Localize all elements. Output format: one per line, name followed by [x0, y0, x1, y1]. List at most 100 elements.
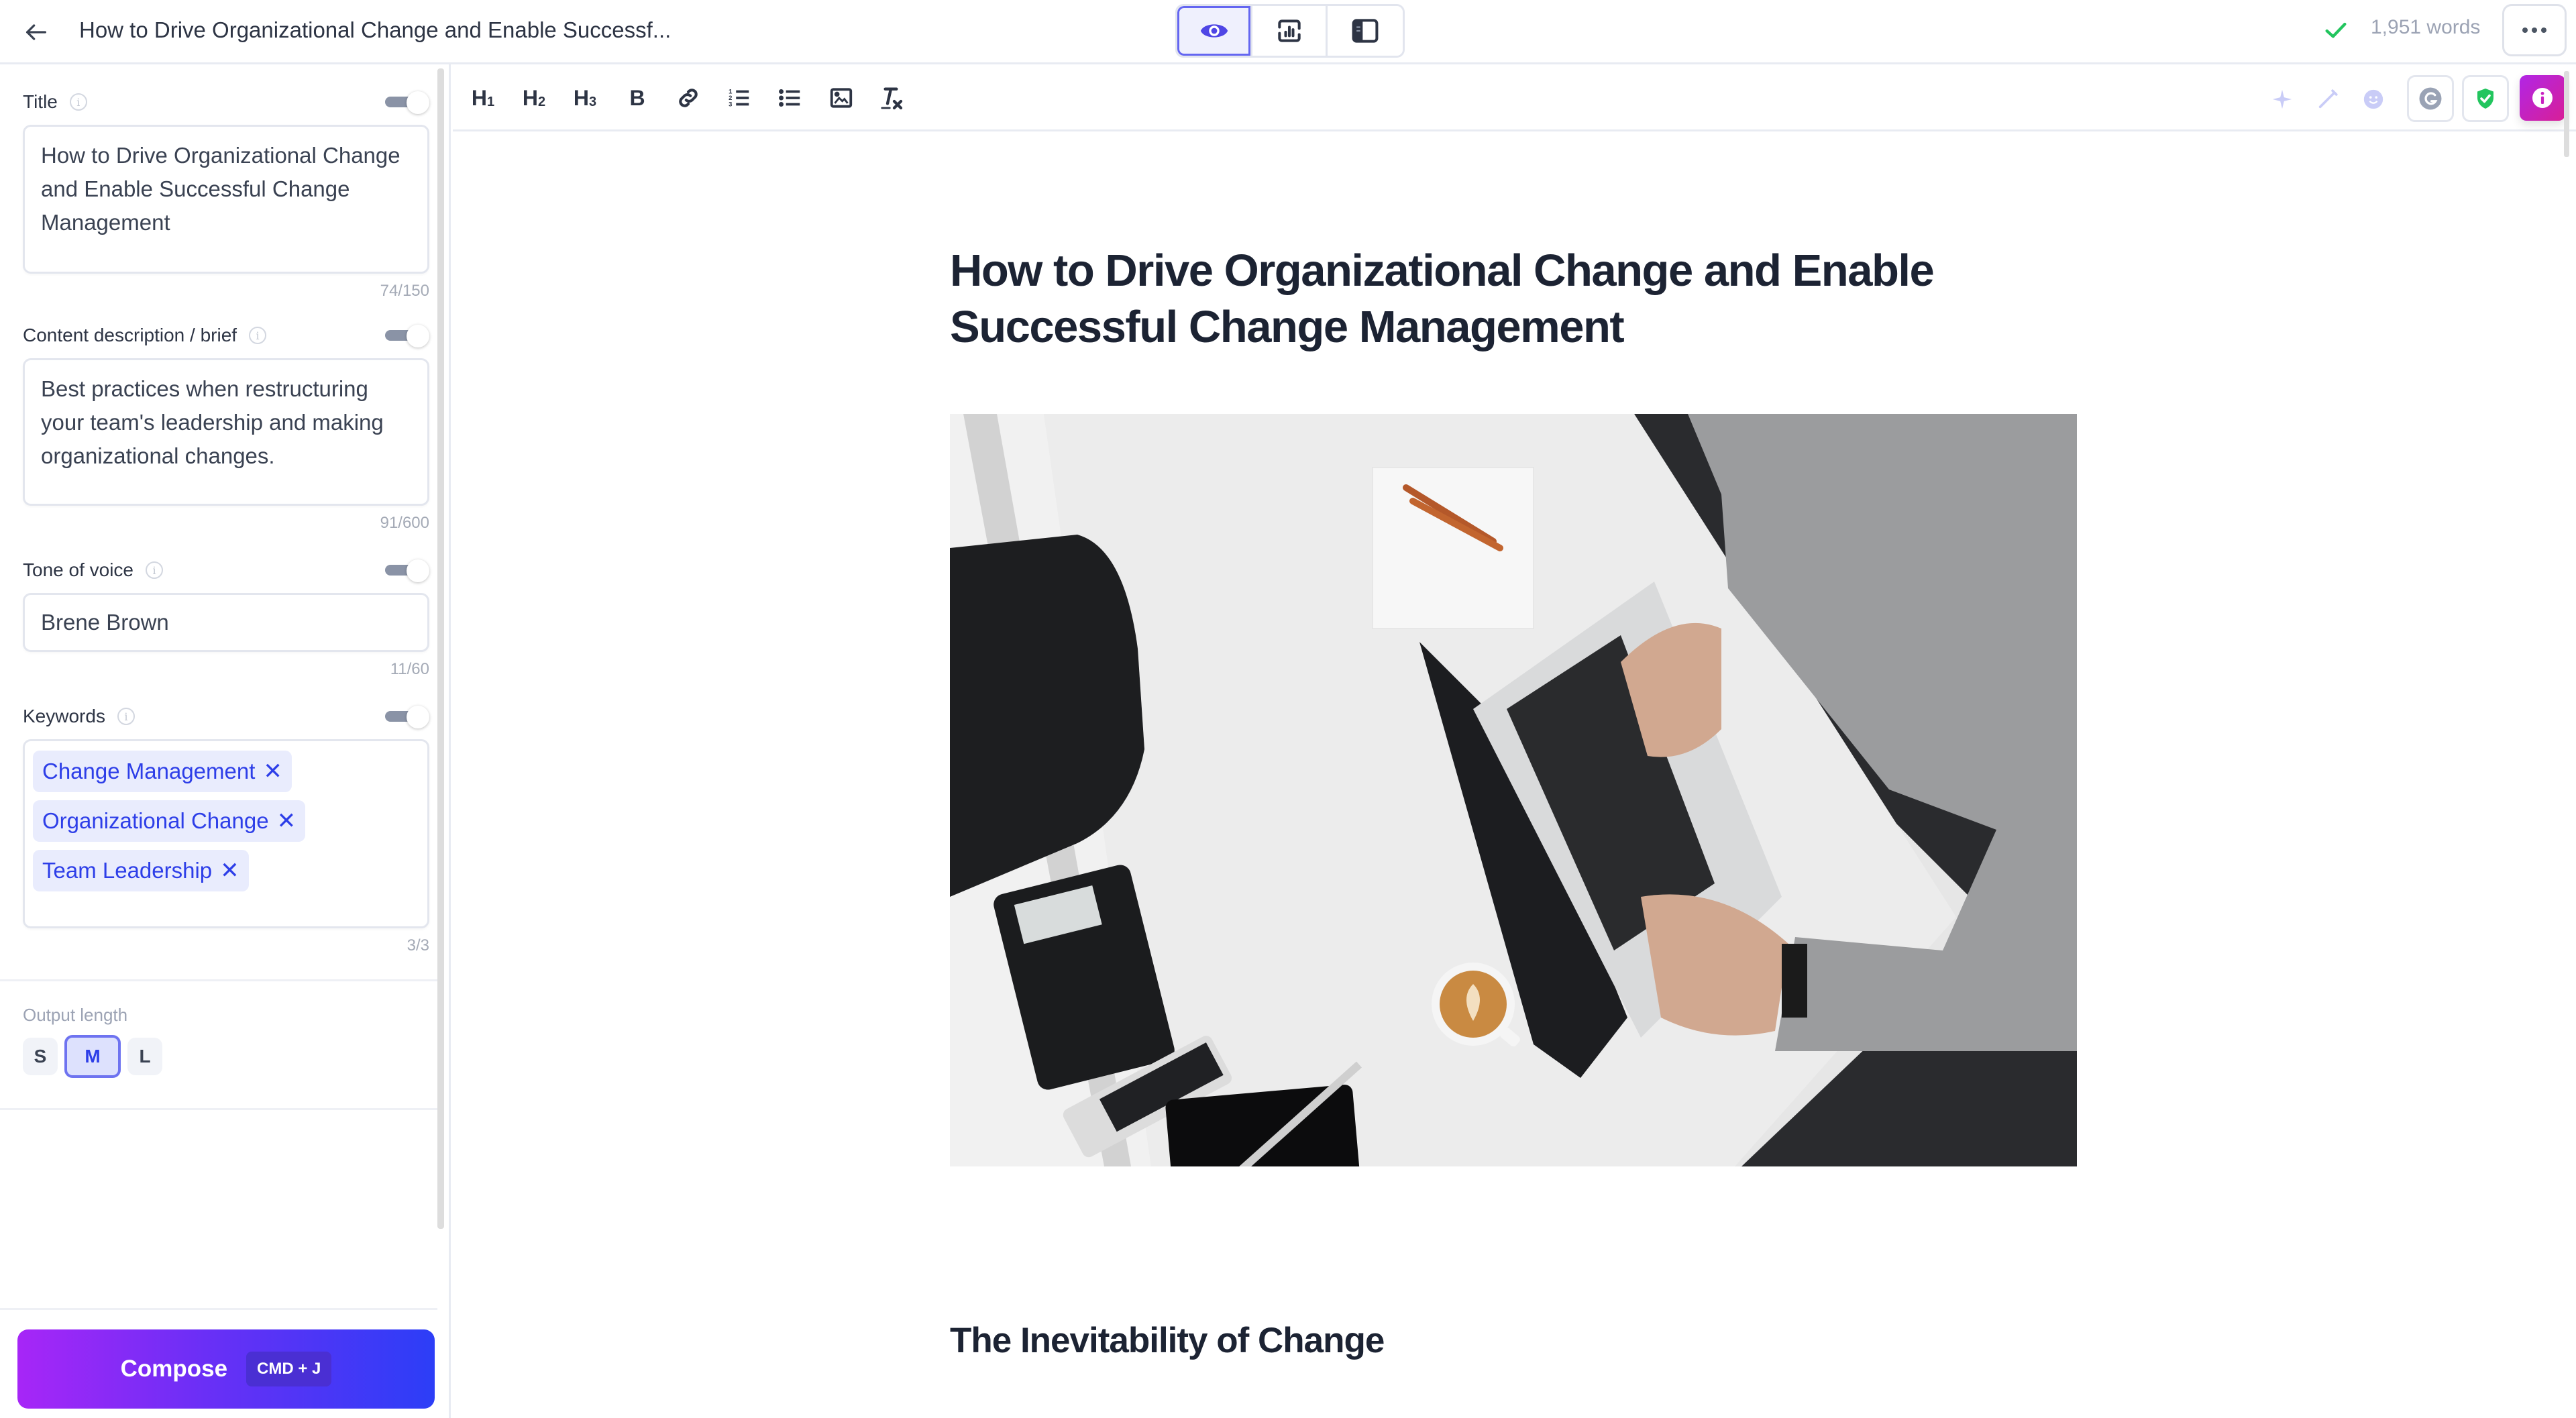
remove-keyword-icon[interactable]: ✕: [263, 755, 282, 788]
title-toggle[interactable]: [382, 91, 429, 114]
info-icon: [2532, 88, 2553, 108]
keywords-input[interactable]: Change Management ✕ Organizational Change…: [23, 739, 429, 928]
office-desk-photo: [950, 414, 2077, 1166]
heading-level: 2: [537, 94, 546, 109]
keyword-chip: Change Management ✕: [33, 751, 292, 792]
ordered-list-icon: 123: [729, 89, 749, 109]
info-icon[interactable]: i: [69, 93, 87, 111]
remove-keyword-icon[interactable]: ✕: [277, 804, 297, 838]
heading-1-icon: H: [471, 85, 487, 110]
eye-icon: [1200, 24, 1228, 38]
output-length-selector: S M L: [23, 1035, 162, 1078]
more-dot: [2532, 28, 2537, 33]
output-length-label: Output length: [23, 1005, 128, 1025]
divider: [0, 1308, 437, 1310]
arrow-left-icon: [26, 24, 47, 40]
description-label: Content description / brief: [23, 325, 237, 345]
description-counter: 91/600: [380, 514, 429, 532]
plagiarism-check-button[interactable]: [2462, 75, 2509, 122]
tone-counter: 11/60: [390, 660, 429, 678]
info-icon[interactable]: i: [146, 561, 163, 579]
saved-status: [2322, 17, 2349, 48]
svg-text:3: 3: [729, 101, 732, 109]
shield-check-icon: [2477, 89, 2493, 109]
clear-format-button[interactable]: [872, 82, 910, 114]
top-header: How to Drive Organizational Change and E…: [0, 0, 2576, 64]
tone-input[interactable]: Brene Brown: [23, 593, 429, 652]
description-input[interactable]: Best practices when restructuring your t…: [23, 358, 429, 506]
grammar-check-button[interactable]: [2407, 75, 2454, 122]
pencil-icon: [2318, 89, 2338, 109]
heading-1-button[interactable]: H1: [464, 82, 502, 114]
more-options-button[interactable]: [2502, 4, 2567, 56]
view-mode-toggle: [1175, 4, 1405, 58]
bold-button[interactable]: B: [619, 82, 656, 114]
article-title[interactable]: How to Drive Organizational Change and E…: [950, 243, 2090, 356]
keywords-toggle[interactable]: [382, 706, 429, 728]
compose-shortcut: CMD + J: [246, 1352, 332, 1386]
heading-2-button[interactable]: H2: [515, 82, 553, 114]
keyword-chip-label: Organizational Change: [42, 808, 269, 833]
word-count: 1,951 words: [2371, 16, 2481, 38]
title-label: Title: [23, 91, 58, 112]
emoji-icon: [2363, 89, 2383, 109]
title-input[interactable]: How to Drive Organizational Change and E…: [23, 125, 429, 274]
editor-scrollbar[interactable]: [2564, 71, 2569, 157]
compose-label: Compose: [120, 1356, 228, 1382]
heading-level: 3: [588, 94, 597, 109]
info-icon[interactable]: i: [117, 708, 135, 725]
more-horizontal-icon: [2522, 28, 2528, 33]
brief-sidebar: Title i How to Drive Organizational Chan…: [0, 64, 451, 1418]
preview-view-button[interactable]: [1177, 6, 1252, 56]
bullet-list-icon: [779, 89, 800, 107]
divider: [0, 1108, 437, 1110]
keywords-label: Keywords: [23, 706, 105, 726]
document-title: How to Drive Organizational Change and E…: [79, 17, 672, 42]
clear-format-icon: [881, 87, 903, 110]
length-option-s[interactable]: S: [23, 1038, 58, 1075]
keyword-chip-label: Change Management: [42, 759, 256, 783]
tone-label: Tone of voice: [23, 559, 133, 580]
ordered-list-button[interactable]: 123: [720, 82, 758, 114]
tone-emoji-button[interactable]: [2357, 83, 2390, 115]
check-icon: [2325, 22, 2347, 38]
divider: [0, 979, 437, 981]
heading-level: 1: [486, 94, 495, 109]
back-button[interactable]: [20, 16, 52, 48]
more-dot: [2541, 28, 2546, 33]
heading-2-icon: H: [522, 85, 538, 110]
remove-keyword-icon[interactable]: ✕: [220, 854, 239, 887]
title-field-group: Title i How to Drive Organizational Chan…: [23, 89, 429, 301]
compose-button[interactable]: Compose CMD + J: [17, 1329, 435, 1409]
keyword-chip: Team Leadership ✕: [33, 850, 249, 891]
info-panel-button[interactable]: [2520, 75, 2565, 121]
sidebar-scrollbar[interactable]: [437, 68, 444, 1229]
bold-icon: B: [629, 85, 645, 110]
description-field-group: Content description / brief i Best pract…: [23, 322, 429, 533]
keyword-chip: Organizational Change ✕: [33, 800, 306, 842]
chart-refresh-icon: [1277, 19, 1301, 42]
analytics-view-button[interactable]: [1252, 6, 1328, 56]
link-icon: [679, 89, 698, 107]
bullet-list-button[interactable]: [771, 82, 809, 114]
rewrite-button[interactable]: [2312, 83, 2344, 115]
heading-3-button[interactable]: H3: [566, 82, 604, 114]
title-counter: 74/150: [380, 282, 429, 300]
tone-toggle[interactable]: [382, 559, 429, 582]
image-icon: [830, 88, 853, 108]
ai-sparkle-button[interactable]: [2266, 83, 2298, 115]
hero-image[interactable]: [950, 414, 2077, 1166]
sidebar-panel-icon: [1352, 19, 1379, 43]
length-option-l[interactable]: L: [127, 1038, 162, 1075]
description-toggle[interactable]: [382, 325, 429, 347]
insert-image-button[interactable]: [822, 82, 860, 114]
section-heading[interactable]: The Inevitability of Change: [950, 1320, 1385, 1361]
keywords-field-group: Keywords i Change Management ✕ Organizati…: [23, 703, 429, 955]
sparkle-icon: [2272, 89, 2292, 109]
info-icon[interactable]: i: [249, 327, 267, 344]
keywords-counter: 3/3: [407, 936, 429, 955]
grammarly-icon: [2419, 87, 2442, 110]
length-option-m[interactable]: M: [64, 1035, 121, 1078]
sidebar-layout-button[interactable]: [1328, 6, 1403, 56]
link-button[interactable]: [669, 82, 707, 114]
